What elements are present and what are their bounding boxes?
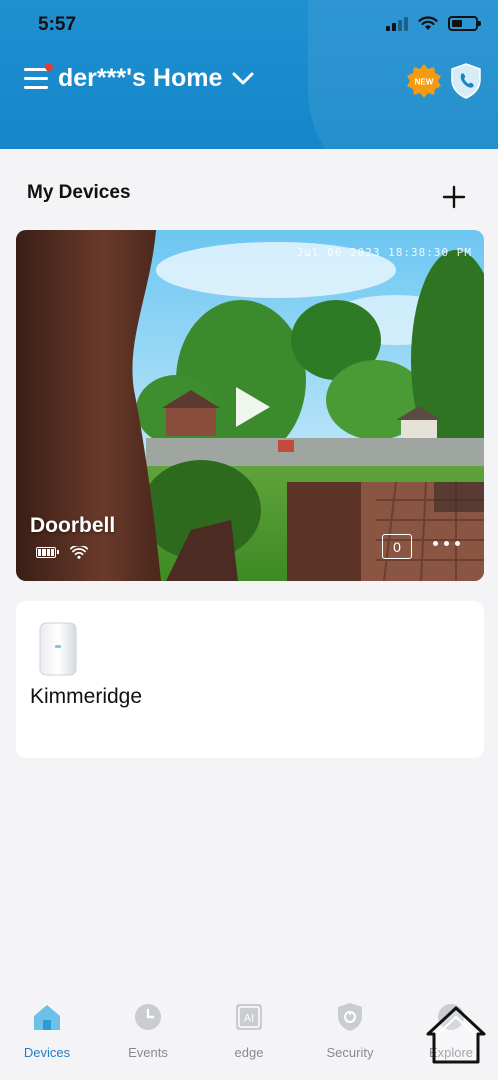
cell-signal-icon (386, 16, 408, 31)
ai-icon: AI (236, 1004, 262, 1030)
svg-text:AI: AI (244, 1013, 254, 1025)
more-options-button[interactable] (433, 541, 460, 546)
battery-level-icon (36, 547, 59, 558)
add-device-icon[interactable] (442, 185, 466, 209)
event-count-button[interactable]: 0 (382, 534, 412, 559)
new-badge-icon[interactable]: NEW (406, 63, 442, 99)
status-bar: 5:57 (0, 0, 498, 52)
home-outline-icon[interactable] (424, 1004, 488, 1066)
tab-label: edge (234, 1045, 264, 1060)
tab-edge[interactable]: AI edge (209, 1002, 289, 1060)
clock-icon (135, 1004, 161, 1030)
security-shield-icon[interactable] (450, 63, 482, 99)
wifi-icon (418, 16, 438, 30)
tab-label: Devices (23, 1045, 71, 1060)
device-name: Doorbell (30, 514, 116, 537)
home-title: der***'s Home (58, 64, 223, 92)
status-icons (386, 16, 481, 31)
new-badge-label: NEW (415, 78, 434, 87)
homebase-card[interactable]: Kimmeridge (16, 601, 484, 758)
tab-events[interactable]: Events (108, 1002, 188, 1060)
battery-icon (448, 16, 481, 31)
tab-devices[interactable]: Devices (7, 1002, 87, 1060)
home-selector[interactable]: der***'s Home (58, 64, 254, 93)
section-title: My Devices (27, 182, 131, 203)
house-icon (34, 1005, 60, 1030)
homebase-device-icon (39, 622, 77, 676)
shield-icon (338, 1003, 362, 1031)
app-header: 5:57 der***'s Home NEW (0, 0, 498, 149)
doorbell-card[interactable]: Jul 06 2023 18:38:30 PM Doorbell 0 (16, 230, 484, 581)
tab-label: Events (128, 1045, 168, 1060)
device-status-icons (36, 546, 88, 559)
wifi-signal-icon (70, 546, 88, 559)
tab-security[interactable]: Security (310, 1002, 390, 1060)
tab-label: Security (326, 1045, 374, 1060)
play-icon[interactable] (232, 385, 272, 429)
chevron-down-icon (232, 72, 254, 84)
snapshot-timestamp: Jul 06 2023 18:38:30 PM (296, 246, 472, 259)
menu-button[interactable] (24, 63, 53, 92)
device-name: Kimmeridge (30, 685, 143, 708)
status-time: 5:57 (38, 14, 77, 35)
notification-dot (45, 63, 53, 71)
